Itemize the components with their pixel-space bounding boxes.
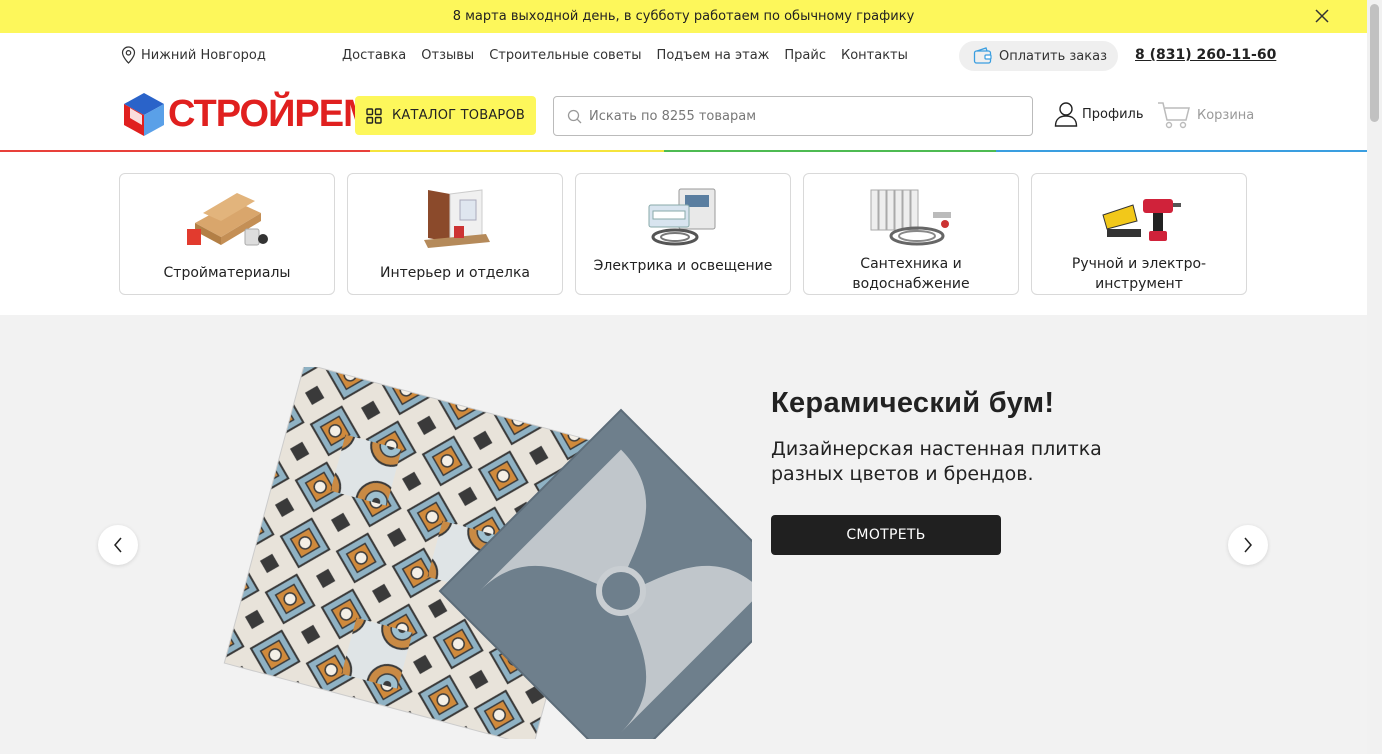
category-label: Ручной и электро-инструмент: [1071, 256, 1207, 292]
search-box: [553, 96, 1033, 136]
interior-icon: [424, 189, 490, 248]
category-label: Электрика и освещение: [593, 258, 773, 274]
category-list: Стройматериалы Интерьер и отделка Электр…: [119, 173, 1247, 295]
user-icon: [1054, 102, 1078, 127]
category-card-plumbing[interactable]: Сантехника и водоснабжение: [803, 173, 1019, 295]
nav-link-building-tips[interactable]: Строительные советы: [489, 48, 641, 63]
category-label: Сантехника и водоснабжение: [852, 256, 970, 292]
nav-link-floor-lifting[interactable]: Подъем на этаж: [657, 48, 770, 63]
profile-link[interactable]: Профиль: [1054, 101, 1144, 127]
nav-link-delivery[interactable]: Доставка: [342, 48, 406, 63]
header: СТРОЙРЕМ КАТАЛОГ ТОВАРОВ Профиль: [0, 79, 1367, 153]
hero-title: Керамический бум!: [771, 387, 1055, 419]
slider-next-button[interactable]: [1228, 525, 1268, 565]
city-selector[interactable]: Нижний Новгород: [121, 46, 266, 64]
ceramic-tiles-image: [223, 367, 752, 739]
cart-icon: [1158, 102, 1190, 129]
category-card-interior[interactable]: Интерьер и отделка: [347, 173, 563, 295]
cart-link[interactable]: Корзина: [1157, 100, 1254, 130]
category-label: Интерьер и отделка: [379, 265, 531, 281]
chevron-left-icon: [114, 537, 122, 553]
logo-text: СТРОЙРЕМ: [168, 93, 375, 135]
rainbow-divider: [0, 150, 1367, 152]
hero-banner: Керамический бум! Дизайнерская настенная…: [0, 315, 1367, 754]
phone-number[interactable]: 8 (831) 260-11-60: [1135, 47, 1276, 63]
profile-label: Профиль: [1082, 106, 1144, 122]
catalog-button-label: КАТАЛОГ ТОВАРОВ: [392, 108, 525, 123]
slider-prev-button[interactable]: [98, 525, 138, 565]
plumbing-icon: [870, 189, 951, 246]
logo[interactable]: СТРОЙРЕМ: [122, 91, 375, 137]
pay-order-label: Оплатить заказ: [999, 48, 1108, 64]
city-name: Нижний Новгород: [141, 47, 266, 63]
wallet-icon: [973, 47, 992, 64]
catalog-button[interactable]: КАТАЛОГ ТОВАРОВ: [355, 96, 536, 135]
chevron-right-icon: [1244, 537, 1252, 553]
nav-link-price[interactable]: Прайс: [784, 48, 826, 63]
hero-subtitle: Дизайнерская настенная плитка разных цве…: [771, 438, 1102, 485]
top-nav: Доставка Отзывы Строительные советы Подъ…: [342, 48, 908, 63]
announcement-bar: 8 марта выходной день, в субботу работае…: [0, 0, 1367, 33]
announcement-text: 8 марта выходной день, в субботу работае…: [452, 9, 915, 24]
nav-link-reviews[interactable]: Отзывы: [421, 48, 474, 63]
search-input[interactable]: [589, 108, 1009, 124]
nav-link-contacts[interactable]: Контакты: [841, 48, 908, 63]
logo-cube-icon: [124, 93, 164, 136]
electrics-icon: [648, 188, 716, 246]
category-label: Стройматериалы: [163, 265, 291, 281]
tools-icon: [1102, 199, 1181, 241]
hero-view-button[interactable]: СМОТРЕТЬ: [771, 515, 1001, 555]
close-icon[interactable]: [1313, 7, 1331, 25]
category-card-building-materials[interactable]: Стройматериалы: [119, 173, 335, 295]
top-bar: Нижний Новгород Доставка Отзывы Строител…: [0, 33, 1367, 79]
category-card-tools[interactable]: Ручной и электро-инструмент: [1031, 173, 1247, 295]
search-icon: [567, 109, 582, 123]
category-card-electrics[interactable]: Электрика и освещение: [575, 173, 791, 295]
location-pin-icon: [121, 46, 136, 64]
building-materials-icon: [187, 193, 268, 246]
scrollbar-thumb[interactable]: [1370, 4, 1379, 122]
grid-icon: [366, 107, 382, 124]
scrollbar[interactable]: [1367, 0, 1382, 754]
pay-order-button[interactable]: Оплатить заказ: [959, 41, 1119, 71]
cart-label: Корзина: [1197, 107, 1255, 123]
page: 8 марта выходной день, в субботу работае…: [0, 0, 1382, 754]
